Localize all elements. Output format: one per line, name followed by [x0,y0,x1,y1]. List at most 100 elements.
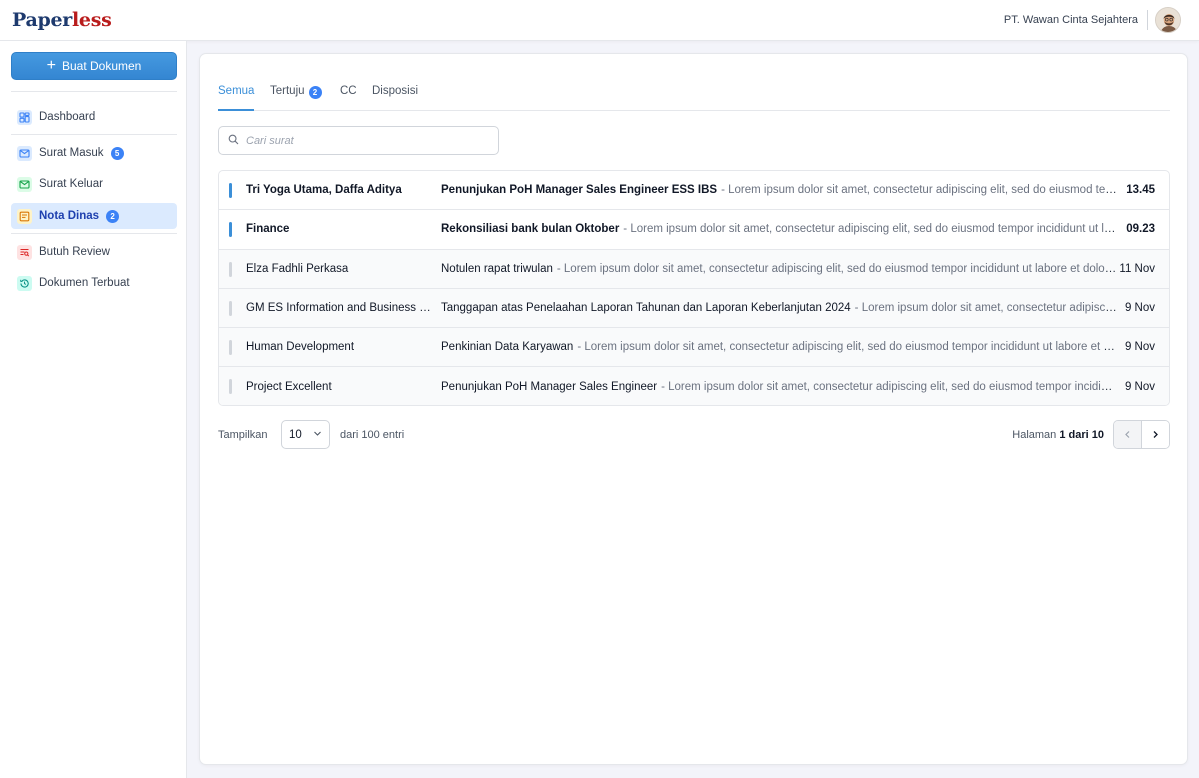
sidebar-item-butuh-review[interactable]: Butuh Review [11,239,177,265]
message-row[interactable]: Finance Rekonsiliasi bank bulan Oktober -… [219,210,1169,250]
page-indicator: Halaman 1 dari 10 [1012,429,1104,441]
tab-bar: Semua Tertuju 2 CC Disposisi [218,82,1170,111]
company-name: PT. Wawan Cinta Sejahtera [1003,14,1138,26]
sidebar-item-nota-dinas[interactable]: Nota Dinas 2 [11,203,177,229]
message-time: 9 Nov [1124,341,1155,354]
sidebar-item-dashboard[interactable]: Dashboard [11,104,177,130]
message-preview: - Lorem ipsum dolor sit amet, consectetu… [854,302,1117,315]
pagination-footer: Tampilkan 10 dari 100 entri Halaman 1 da… [218,420,1170,450]
chevron-left-icon [1125,431,1130,438]
message-summary: Rekonsiliasi bank bulan Oktober - Lorem i… [441,223,1117,235]
message-summary: Penkinian Data Karyawan - Lorem ipsum dol… [441,341,1117,353]
tab-tertuju[interactable]: Tertuju 2 [270,82,322,111]
message-row[interactable]: Project Excellent Penunjukan PoH Manager… [219,367,1169,405]
message-summary: Tanggapan atas Penelaahan Laporan Tahuna… [441,302,1117,314]
read-marker [229,300,232,316]
search-input[interactable] [246,134,486,147]
message-subject: Penunjukan PoH Manager Sales Engineer [441,381,658,394]
create-document-button[interactable]: + Buat Dokumen [11,52,177,80]
main-card: Semua Tertuju 2 CC Disposisi Tri Yoga Ut… [199,53,1188,765]
pager [1113,420,1170,449]
logo-part-less: less [71,9,112,31]
message-summary: Notulen rapat triwulan - Lorem ipsum dolo… [441,263,1117,275]
message-sender: GM ES Information and Business Solution [246,302,431,315]
outbox-icon [17,176,32,192]
tab-label: Disposisi [372,85,419,97]
app-logo[interactable]: Paperless [12,9,112,31]
message-sender: Tri Yoga Utama, Daffa Aditya [246,184,402,197]
next-page-button[interactable] [1141,421,1169,448]
per-page-value: 10 [289,428,302,441]
tab-label: CC [340,85,357,97]
sidebar-item-label: Butuh Review [39,246,110,258]
inbox-count-badge: 5 [110,146,124,160]
sidebar-divider [11,233,177,234]
message-sender: Project Excellent [246,381,332,394]
chevron-right-icon [1153,431,1158,438]
unread-marker [229,222,232,238]
logo-part-paper: Paper [12,9,72,31]
message-subject: Penkinian Data Karyawan [441,341,574,354]
message-subject: Notulen rapat triwulan [441,262,553,275]
tab-disposisi[interactable]: Disposisi [372,82,418,111]
message-preview: - Lorem ipsum dolor sit amet, consectetu… [623,223,1117,236]
history-icon [17,275,32,291]
create-document-label: Buat Dokumen [61,59,142,73]
sidebar-divider [11,91,177,92]
tab-label: Tertuju [270,85,305,97]
user-avatar[interactable] [1155,7,1181,33]
message-summary: Penunjukan PoH Manager Sales Engineer ES… [441,184,1117,196]
read-marker [229,379,232,395]
message-row[interactable]: Tri Yoga Utama, Daffa Aditya Penunjukan … [219,171,1169,211]
top-bar: Paperless PT. Wawan Cinta Sejahtera [0,0,1199,41]
total-entries-label: dari 100 entri [340,429,405,441]
search-icon [228,134,239,148]
message-row[interactable]: Elza Fadhli Perkasa Notulen rapat triwul… [219,249,1169,289]
message-list: Tri Yoga Utama, Daffa Aditya Penunjukan … [218,170,1170,406]
nota-dinas-count-badge: 2 [106,209,120,223]
message-time: 09.23 [1126,223,1155,236]
prev-page-button[interactable] [1114,421,1142,448]
dashboard-icon [17,109,32,125]
avatar-image [1156,8,1180,32]
tab-cc[interactable]: CC [340,82,357,111]
note-icon [17,208,32,224]
sidebar-item-label: Surat Masuk [39,147,104,159]
message-row[interactable]: Human Development Penkinian Data Karyawa… [219,328,1169,368]
unread-marker [229,183,232,198]
per-page-select[interactable]: 10 [281,420,330,449]
read-marker [229,340,232,356]
show-label: Tampilkan [218,429,268,441]
sidebar-item-label: Dokumen Terbuat [39,277,130,289]
sidebar: + Buat Dokumen Dashboard Surat Masuk 5 S… [0,41,187,778]
message-subject: Rekonsiliasi bank bulan Oktober [441,223,620,236]
message-preview: - Lorem ipsum dolor sit amet, consectetu… [556,262,1117,275]
message-subject: Penunjukan PoH Manager Sales Engineer ES… [441,184,718,197]
tab-label: Semua [218,85,255,97]
message-preview: - Lorem ipsum dolor sit amet, consectetu… [721,184,1117,197]
message-preview: - Lorem ipsum dolor sit amet, consectetu… [577,341,1117,354]
tab-semua[interactable]: Semua [218,82,255,111]
page-value: 1 dari 10 [1059,429,1104,441]
message-row[interactable]: GM ES Information and Business Solution … [219,288,1169,329]
sidebar-item-label: Nota Dinas [39,210,100,222]
message-time: 9 Nov [1124,381,1155,394]
sidebar-item-label: Dashboard [39,111,96,123]
message-sender: Human Development [246,341,355,354]
tertuju-count-badge: 2 [308,86,322,99]
search-box[interactable] [218,126,499,155]
message-time: 9 Nov [1124,302,1155,315]
sidebar-item-surat-masuk[interactable]: Surat Masuk 5 [11,140,177,166]
inbox-icon [17,145,32,161]
message-sender: Elza Fadhli Perkasa [246,262,349,275]
message-sender: Finance [246,223,290,236]
message-time: 11 Nov [1119,262,1155,275]
sidebar-item-dokumen-terbuat[interactable]: Dokumen Terbuat [11,270,177,296]
plus-icon: + [46,57,56,74]
message-summary: Penunjukan PoH Manager Sales Engineer - L… [441,381,1117,393]
header-divider [1147,10,1148,30]
message-preview: - Lorem ipsum dolor sit amet, consectetu… [661,381,1117,394]
read-marker [229,261,232,277]
page-label: Halaman [1012,429,1057,441]
sidebar-item-surat-keluar[interactable]: Surat Keluar [11,171,177,197]
